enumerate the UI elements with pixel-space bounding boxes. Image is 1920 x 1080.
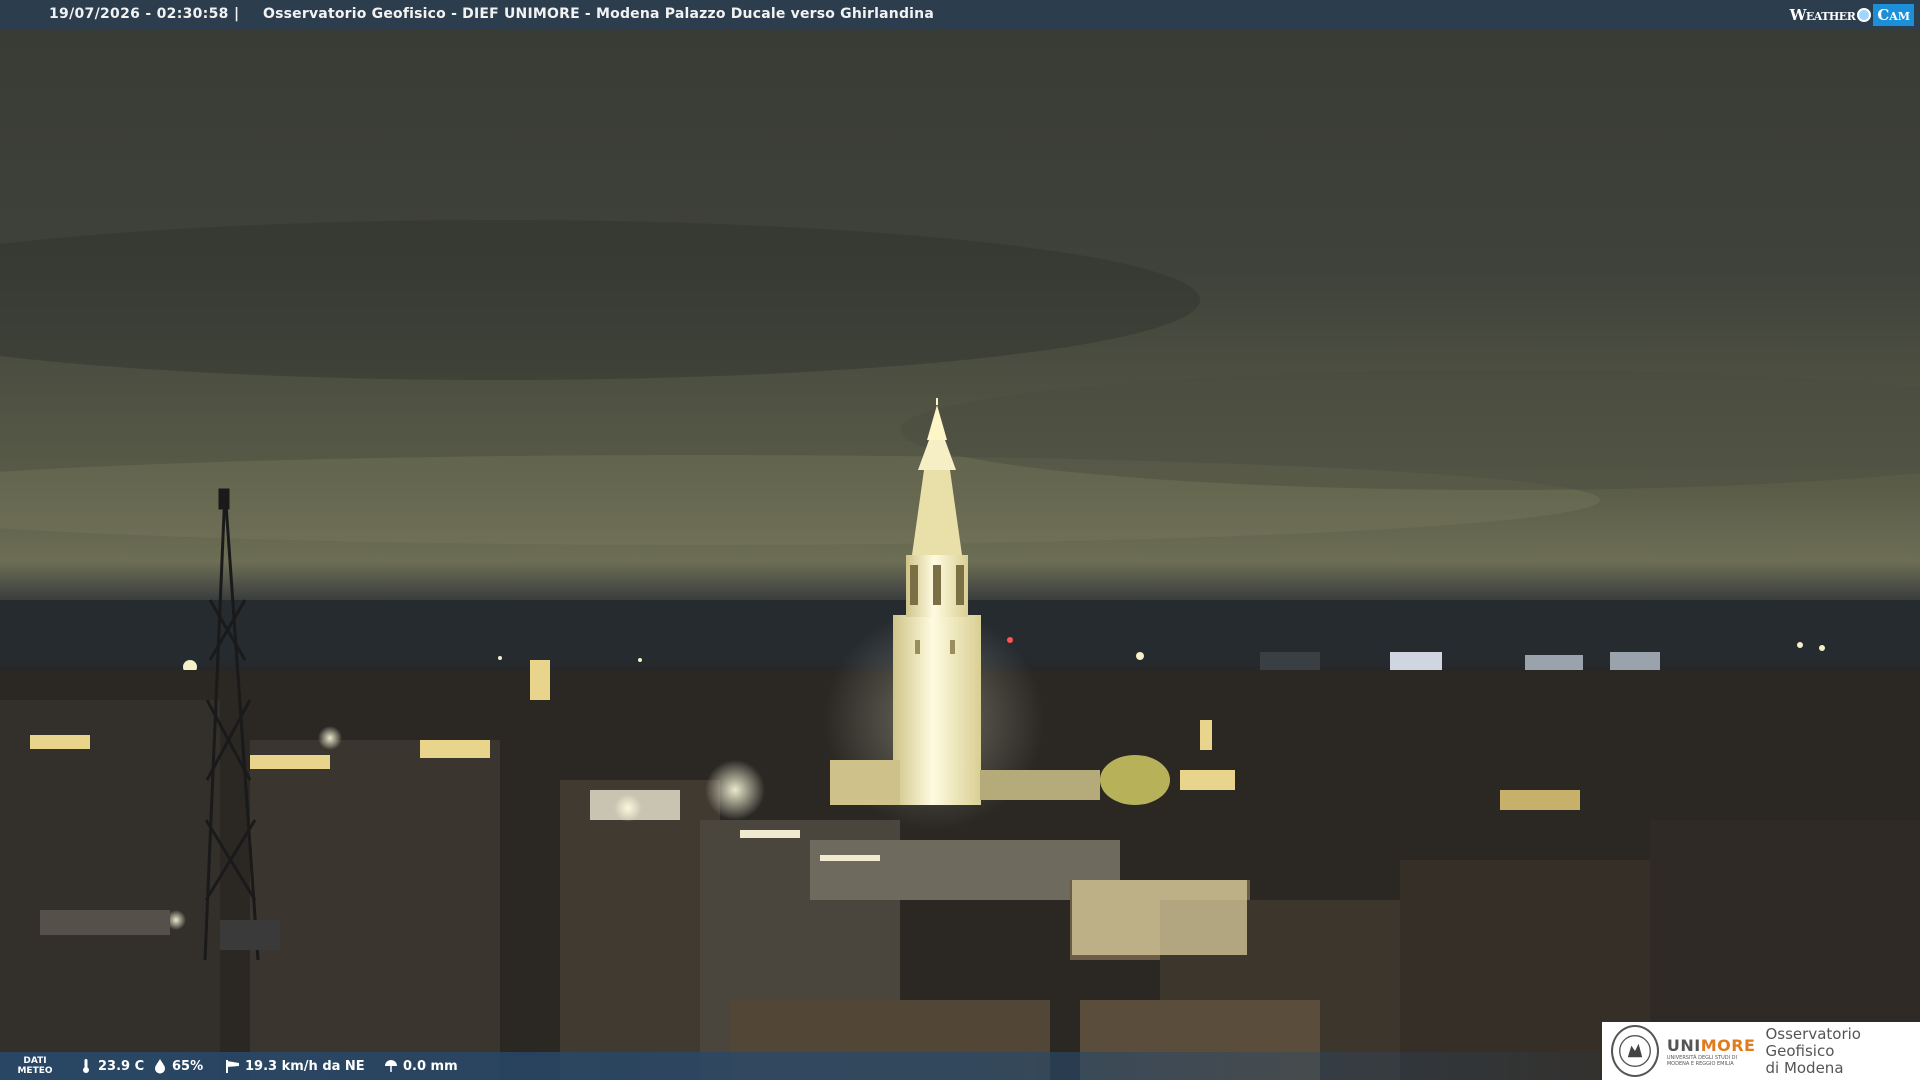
windsock-icon [226,1060,239,1073]
unimore-logo-panel: UNIMORE UNIVERSITÀ DEGLI STUDI DI MODENA… [1602,1022,1920,1080]
wind-value: 19.3 km/h da NE [245,1058,365,1074]
rain-readout: 0.0 mm [383,1052,458,1080]
rain-value: 0.0 mm [403,1058,458,1074]
unimore-prefix: UNI [1666,1035,1701,1055]
temperature-value: 23.9 C [98,1058,145,1074]
rain-gauge-icon [385,1060,397,1072]
thermometer-icon [83,1059,89,1073]
header-separator: | [234,6,240,22]
dati-meteo-label: DATI METEO [0,1052,70,1080]
webcam-frame: 19/07/2026 - 02:30:58 | Osservatorio Geo… [0,0,1920,1080]
mast-building [220,920,280,950]
weathercam-logo: Weather Cam [1790,0,1920,29]
weather-data-bar: DATI METEO 23.9 C 65% 19.3 km/h da NE 0.… [0,1052,1600,1080]
observatory-line2: di Modena [1765,1058,1844,1077]
city-night-scene [0,0,1920,1080]
lit-tree [1100,755,1170,805]
observatory-name: Osservatorio Geofisico di Modena [1765,1024,1920,1077]
street-glow [318,726,342,750]
camera-title: Osservatorio Geofisico - DIEF UNIMORE - … [263,6,934,22]
unimore-seal-icon [1611,1025,1659,1077]
lit-drum [1072,880,1247,955]
wind-readout: 19.3 km/h da NE [225,1052,365,1080]
street-glow [614,794,642,822]
humidity-readout: 65% [152,1052,203,1080]
droplet-icon [155,1059,165,1074]
weathercam-word-cam: Cam [1873,3,1914,26]
humidity-value: 65% [172,1058,204,1074]
dati-label: DATI [23,1056,47,1066]
weathercam-word-weather: Weather [1789,5,1856,24]
timestamp: 19/07/2026 - 02:30:58 [49,6,229,22]
unimore-wordmark: UNIMORE UNIVERSITÀ DEGLI STUDI DI MODENA… [1667,1036,1756,1067]
temperature-readout: 23.9 C [78,1052,144,1080]
unimore-subtitle: UNIVERSITÀ DEGLI STUDI DI MODENA E REGGI… [1666,1054,1737,1067]
observatory-line1: Osservatorio Geofisico [1765,1024,1861,1060]
unimore-suffix: MORE [1700,1035,1756,1055]
meteo-label: METEO [17,1066,53,1076]
street-glow [705,760,765,820]
left-building-roof [40,910,170,935]
weathercam-dot-icon [1857,7,1872,22]
camera-header-bar: 19/07/2026 - 02:30:58 | Osservatorio Geo… [0,0,1920,29]
